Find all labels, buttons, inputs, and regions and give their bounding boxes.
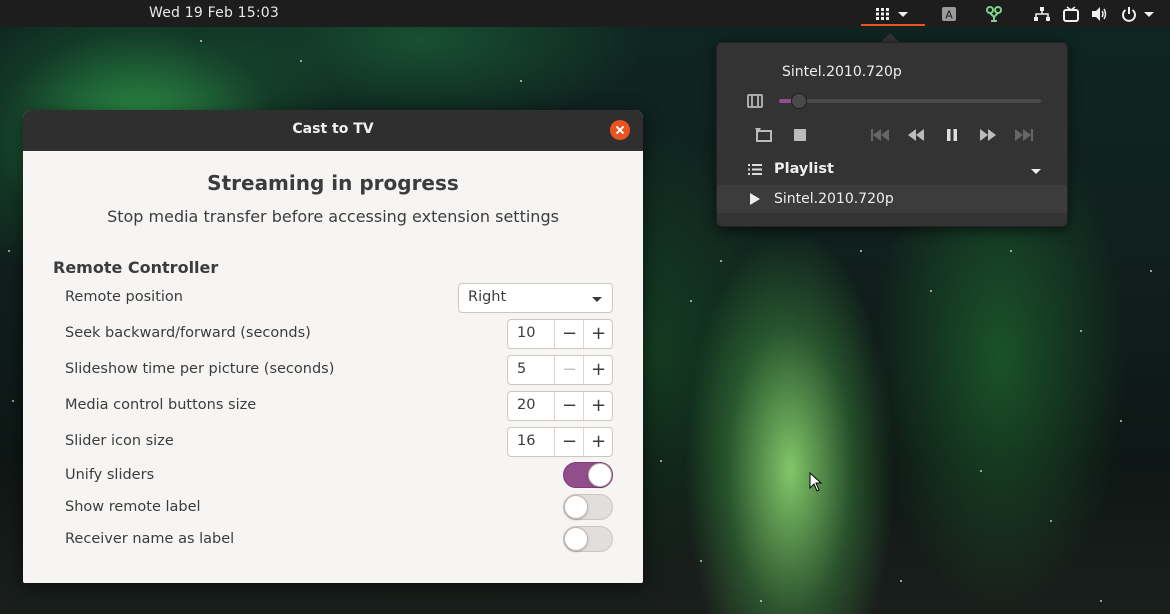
seek-slider-track[interactable] bbox=[779, 99, 1041, 103]
show-remote-label-toggle[interactable] bbox=[563, 494, 613, 520]
clock[interactable]: Wed 19 Feb 15:03 bbox=[149, 5, 279, 21]
seek-increment-button[interactable]: + bbox=[583, 320, 612, 348]
receiver-name-label-label: Receiver name as label bbox=[65, 531, 235, 547]
playlist-item[interactable]: Sintel.2010.720p bbox=[717, 185, 1067, 213]
power-icon bbox=[1122, 6, 1136, 22]
fast-forward-icon bbox=[980, 129, 996, 141]
close-icon bbox=[615, 125, 625, 135]
seek-stepper: 10 − + bbox=[507, 319, 613, 349]
toggle-knob bbox=[564, 495, 588, 519]
mouse-cursor-icon bbox=[809, 472, 823, 492]
pause-button[interactable] bbox=[939, 124, 965, 146]
seek-decrement-button[interactable]: − bbox=[554, 320, 584, 348]
remote-position-dropdown[interactable]: Right bbox=[458, 283, 613, 313]
show-remote-label-label: Show remote label bbox=[65, 499, 201, 515]
dialog-title: Cast to TV bbox=[292, 121, 374, 137]
button-size-input[interactable]: 20 bbox=[517, 397, 535, 413]
network-indicator[interactable] bbox=[1032, 4, 1052, 23]
tv-icon bbox=[1063, 5, 1079, 22]
repeat-icon bbox=[755, 128, 772, 142]
rewind-button[interactable] bbox=[903, 124, 929, 146]
film-icon bbox=[747, 94, 763, 108]
unify-sliders-toggle[interactable] bbox=[563, 462, 613, 488]
extension-icon bbox=[986, 5, 1002, 22]
playlist-toggle[interactable]: Playlist bbox=[717, 155, 1067, 185]
remote-position-label: Remote position bbox=[65, 289, 183, 305]
button-size-stepper: 20 − + bbox=[507, 391, 613, 421]
extension-indicator[interactable] bbox=[984, 4, 1004, 23]
network-icon bbox=[1034, 6, 1050, 21]
chevron-down-icon bbox=[1144, 11, 1154, 17]
slider-icon-size-decrement-button[interactable]: − bbox=[554, 428, 584, 456]
seek-slider-handle[interactable] bbox=[790, 93, 807, 109]
slideshow-increment-button[interactable]: + bbox=[583, 356, 612, 384]
unify-sliders-label: Unify sliders bbox=[65, 467, 155, 483]
play-icon bbox=[750, 193, 760, 205]
status-message: Stop media transfer before accessing ext… bbox=[107, 207, 559, 226]
pause-icon bbox=[947, 129, 957, 141]
status-heading: Streaming in progress bbox=[207, 171, 459, 195]
fast-forward-button[interactable] bbox=[975, 124, 1001, 146]
volume-indicator[interactable] bbox=[1090, 4, 1108, 23]
dialog-titlebar[interactable]: Cast to TV bbox=[23, 110, 643, 151]
section-title: Remote Controller bbox=[53, 258, 219, 277]
rewind-icon bbox=[908, 129, 924, 141]
skip-forward-icon bbox=[1015, 129, 1033, 141]
top-bar: Wed 19 Feb 15:03 A bbox=[0, 0, 1170, 27]
skip-back-icon bbox=[871, 129, 889, 141]
app-grid-icon bbox=[876, 7, 889, 20]
media-title: Sintel.2010.720p bbox=[782, 64, 902, 80]
slider-icon-size-stepper: 16 − + bbox=[507, 427, 613, 457]
stop-icon bbox=[794, 129, 806, 141]
remote-position-value: Right bbox=[468, 289, 507, 305]
seek-input[interactable]: 10 bbox=[517, 325, 535, 341]
chevron-down-icon bbox=[898, 11, 908, 17]
slideshow-label: Slideshow time per picture (seconds) bbox=[65, 361, 335, 377]
repeat-button[interactable] bbox=[751, 124, 777, 146]
chevron-down-icon bbox=[592, 297, 602, 302]
seek-label: Seek backward/forward (seconds) bbox=[65, 325, 311, 341]
volume-icon bbox=[1091, 6, 1106, 21]
keyboard-layout-icon: A bbox=[942, 6, 956, 21]
cast-to-tv-dialog: Cast to TV Streaming in progress Stop me… bbox=[23, 110, 643, 583]
list-icon bbox=[748, 164, 762, 175]
skip-back-button[interactable] bbox=[867, 124, 893, 146]
remote-controller-menu: Sintel.2010.720p Playlist Sintel.2010.72… bbox=[716, 42, 1068, 227]
slider-icon-size-increment-button[interactable]: + bbox=[583, 428, 612, 456]
playlist-label: Playlist bbox=[774, 161, 834, 177]
button-size-decrement-button[interactable]: − bbox=[554, 392, 584, 420]
toggle-knob bbox=[588, 463, 612, 487]
skip-forward-button[interactable] bbox=[1011, 124, 1037, 146]
stop-button[interactable] bbox=[787, 124, 813, 146]
app-grid-indicator[interactable] bbox=[872, 4, 912, 23]
slideshow-stepper: 5 − + bbox=[507, 355, 613, 385]
button-size-increment-button[interactable]: + bbox=[583, 392, 612, 420]
receiver-name-label-toggle[interactable] bbox=[563, 526, 613, 552]
active-indicator bbox=[861, 24, 925, 26]
svg-text:A: A bbox=[945, 8, 953, 21]
chevron-down-icon bbox=[1031, 169, 1041, 174]
close-button[interactable] bbox=[610, 120, 630, 140]
slideshow-input[interactable]: 5 bbox=[517, 361, 526, 377]
system-menu[interactable] bbox=[1117, 4, 1159, 23]
slider-icon-size-input[interactable]: 16 bbox=[517, 433, 535, 449]
playlist-item-label: Sintel.2010.720p bbox=[774, 191, 894, 207]
keyboard-layout-indicator[interactable]: A bbox=[940, 4, 958, 23]
cast-indicator[interactable] bbox=[1061, 4, 1081, 23]
button-size-label: Media control buttons size bbox=[65, 397, 257, 413]
slideshow-decrement-button[interactable]: − bbox=[554, 356, 584, 384]
toggle-knob bbox=[564, 527, 588, 551]
slider-icon-size-label: Slider icon size bbox=[65, 433, 174, 449]
